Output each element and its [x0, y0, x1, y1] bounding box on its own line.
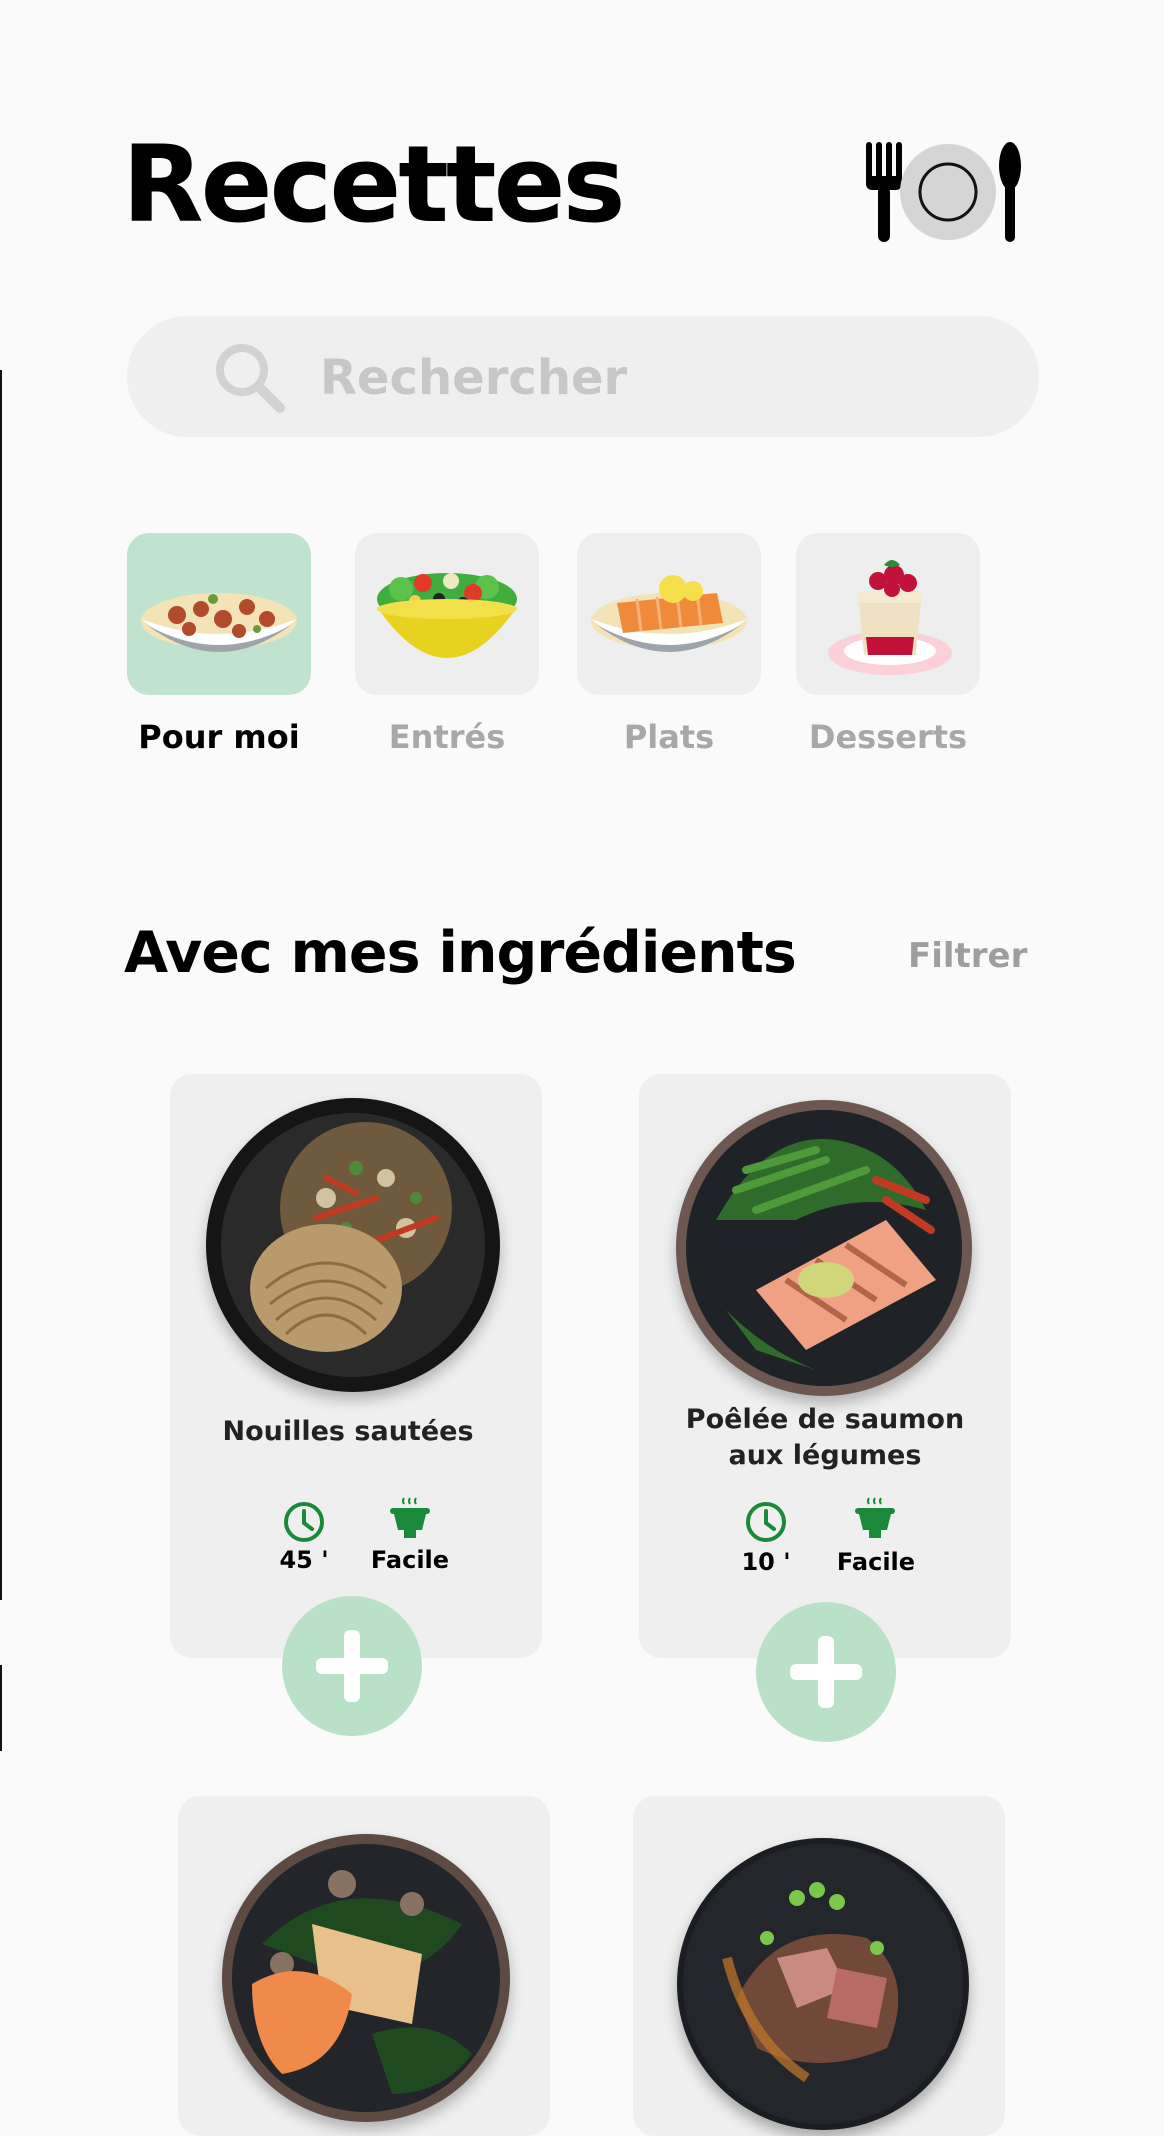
cooking-pot-icon [853, 1496, 897, 1544]
page-title: Recettes [122, 123, 626, 246]
category-plats[interactable] [577, 533, 761, 695]
recipe-time: 10 ' [741, 1548, 791, 1576]
recipe-title: Nouilles sautées [222, 1416, 474, 1447]
search-input[interactable] [318, 346, 982, 410]
recipe-title: aux légumes [728, 1440, 922, 1471]
add-recipe-button[interactable] [756, 1602, 896, 1742]
search-icon [212, 340, 286, 414]
category-label: Plats [623, 718, 715, 756]
salad-bowl-icon [377, 573, 517, 658]
recipe-image [222, 1834, 510, 2122]
filter-link[interactable]: Filtrer [908, 936, 1027, 976]
recipe-image [206, 1098, 500, 1392]
add-recipe-button[interactable] [282, 1596, 422, 1736]
pasta-bowl-icon [141, 593, 297, 652]
recipe-image [676, 1100, 972, 1396]
recipe-time: 45 ' [279, 1546, 329, 1574]
recipe-difficulty: Facile [836, 1548, 916, 1576]
category-label: Entrés [388, 718, 506, 756]
cooking-pot-icon [388, 1496, 432, 1544]
category-entres[interactable] [355, 533, 539, 695]
left-edge-line [0, 370, 2, 1600]
category-pour-moi[interactable] [127, 533, 311, 695]
cake-icon [828, 560, 952, 675]
section-title: Avec mes ingrédients [124, 920, 797, 986]
fork-plate-spoon-icon[interactable] [862, 138, 1022, 246]
recipe-title: Poêlée de saumon [685, 1404, 965, 1435]
left-edge-line [0, 1665, 2, 1751]
salmon-dish-icon [591, 575, 747, 652]
recipe-image [677, 1838, 969, 2130]
category-label: Pour moi [138, 718, 300, 756]
clock-icon [282, 1500, 326, 1548]
category-label: Desserts [808, 718, 968, 756]
recipe-difficulty: Facile [370, 1546, 450, 1574]
clock-icon [744, 1500, 788, 1548]
category-desserts[interactable] [796, 533, 980, 695]
